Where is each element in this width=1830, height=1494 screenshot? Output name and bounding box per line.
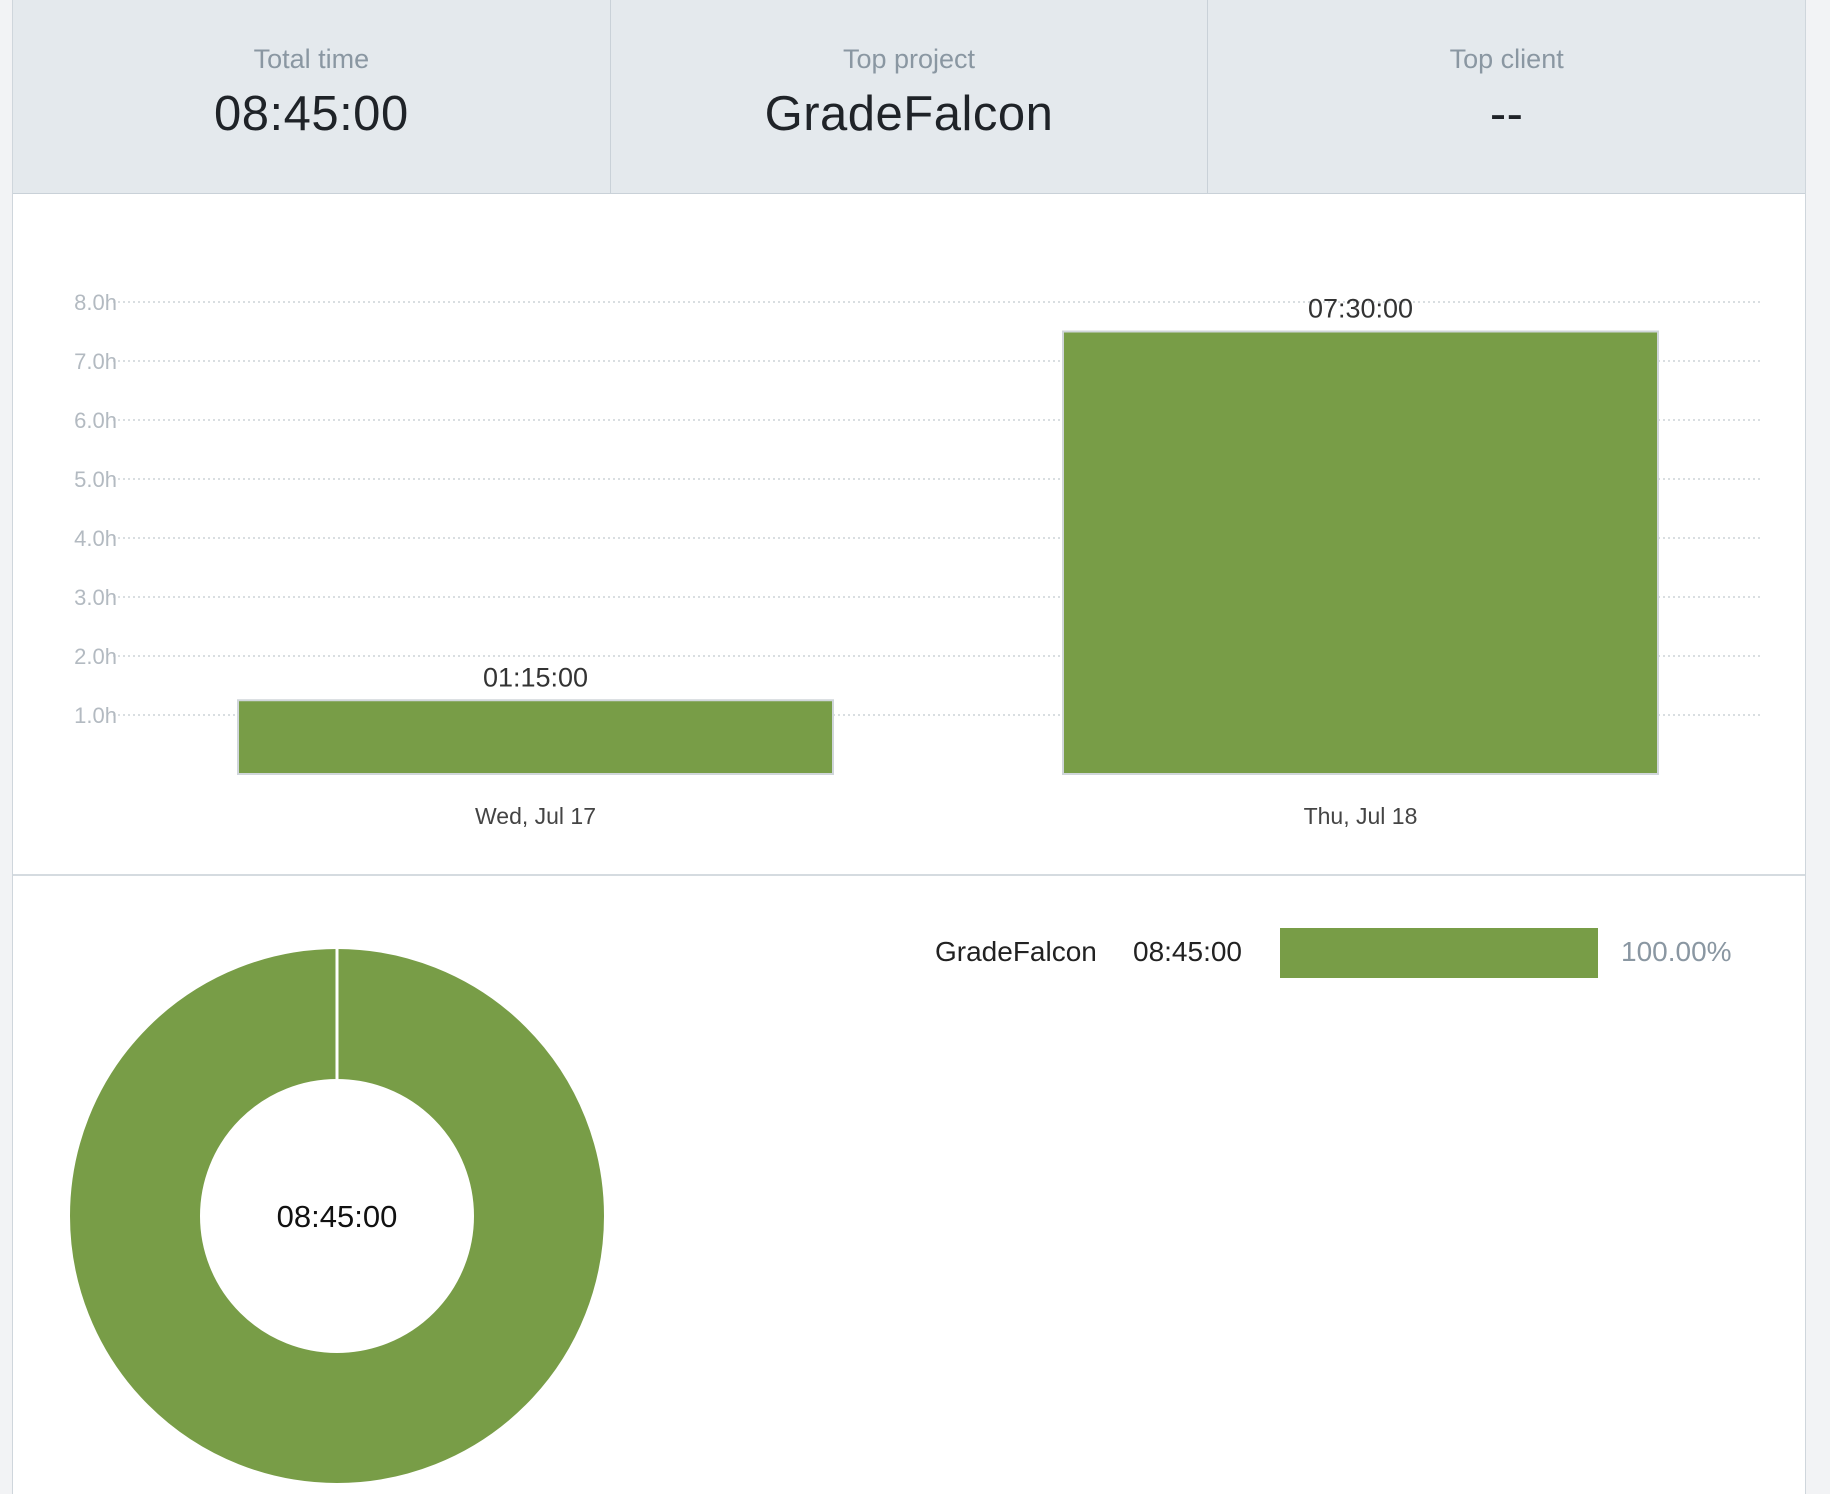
- y-tick-label: 6.0h: [74, 408, 117, 433]
- summary-card-top-project: Top project GradeFalcon: [611, 0, 1209, 193]
- summary-value: --: [1489, 87, 1524, 141]
- summary-label: Total time: [253, 44, 370, 74]
- bar: [1062, 330, 1659, 775]
- y-tick-label: 5.0h: [74, 467, 117, 492]
- bar-data-label: 01:15:00: [483, 662, 588, 692]
- x-tick-label: Thu, Jul 18: [1304, 803, 1418, 829]
- report-panel: Total time 08:45:00 Top project GradeFal…: [12, 0, 1806, 1494]
- project-donut-chart: 08:45:00: [70, 949, 604, 1483]
- legend-progress-track: [1280, 928, 1598, 978]
- legend-project-time: 08:45:00: [1133, 936, 1242, 967]
- summary-card-total-time: Total time 08:45:00: [13, 0, 611, 193]
- summary-value: 08:45:00: [213, 87, 409, 141]
- daily-bar-chart: 1.0h 2.0h 3.0h 4.0h 5.0h 6.0h 7.0h 8.0h 01:15:00…: [74, 290, 1763, 829]
- summary-value: GradeFalcon: [764, 87, 1054, 141]
- y-tick-label: 4.0h: [74, 526, 117, 551]
- legend-project-percent: 100.00%: [1621, 936, 1732, 967]
- project-breakdown-section: 08:45:00 GradeFalcon 08:45:00 100.00%: [13, 876, 1805, 1494]
- y-tick-label: 8.0h: [74, 290, 117, 315]
- y-tick-label: 2.0h: [74, 644, 117, 669]
- legend-row-project[interactable]: GradeFalcon 08:45:00 100.00%: [935, 928, 1775, 980]
- y-tick-label: 7.0h: [74, 349, 117, 374]
- summary-label: Top client: [1449, 44, 1564, 74]
- donut-center-label: 08:45:00: [277, 1199, 398, 1234]
- x-tick-label: Wed, Jul 17: [475, 803, 596, 829]
- legend-progress-bar: [1280, 928, 1598, 978]
- y-tick-label: 3.0h: [74, 585, 117, 610]
- summary-label: Top project: [842, 44, 976, 74]
- bar-data-label: 07:30:00: [1308, 294, 1413, 324]
- summary-strip: Total time 08:45:00 Top project GradeFal…: [13, 0, 1805, 194]
- bar-chart-section: 1.0h 2.0h 3.0h 4.0h 5.0h 6.0h 7.0h 8.0h 01:15:00…: [13, 194, 1805, 876]
- y-tick-label: 1.0h: [74, 703, 117, 728]
- bar: [237, 699, 834, 775]
- legend-project-name: GradeFalcon: [935, 936, 1097, 967]
- summary-card-top-client: Top client --: [1208, 0, 1805, 193]
